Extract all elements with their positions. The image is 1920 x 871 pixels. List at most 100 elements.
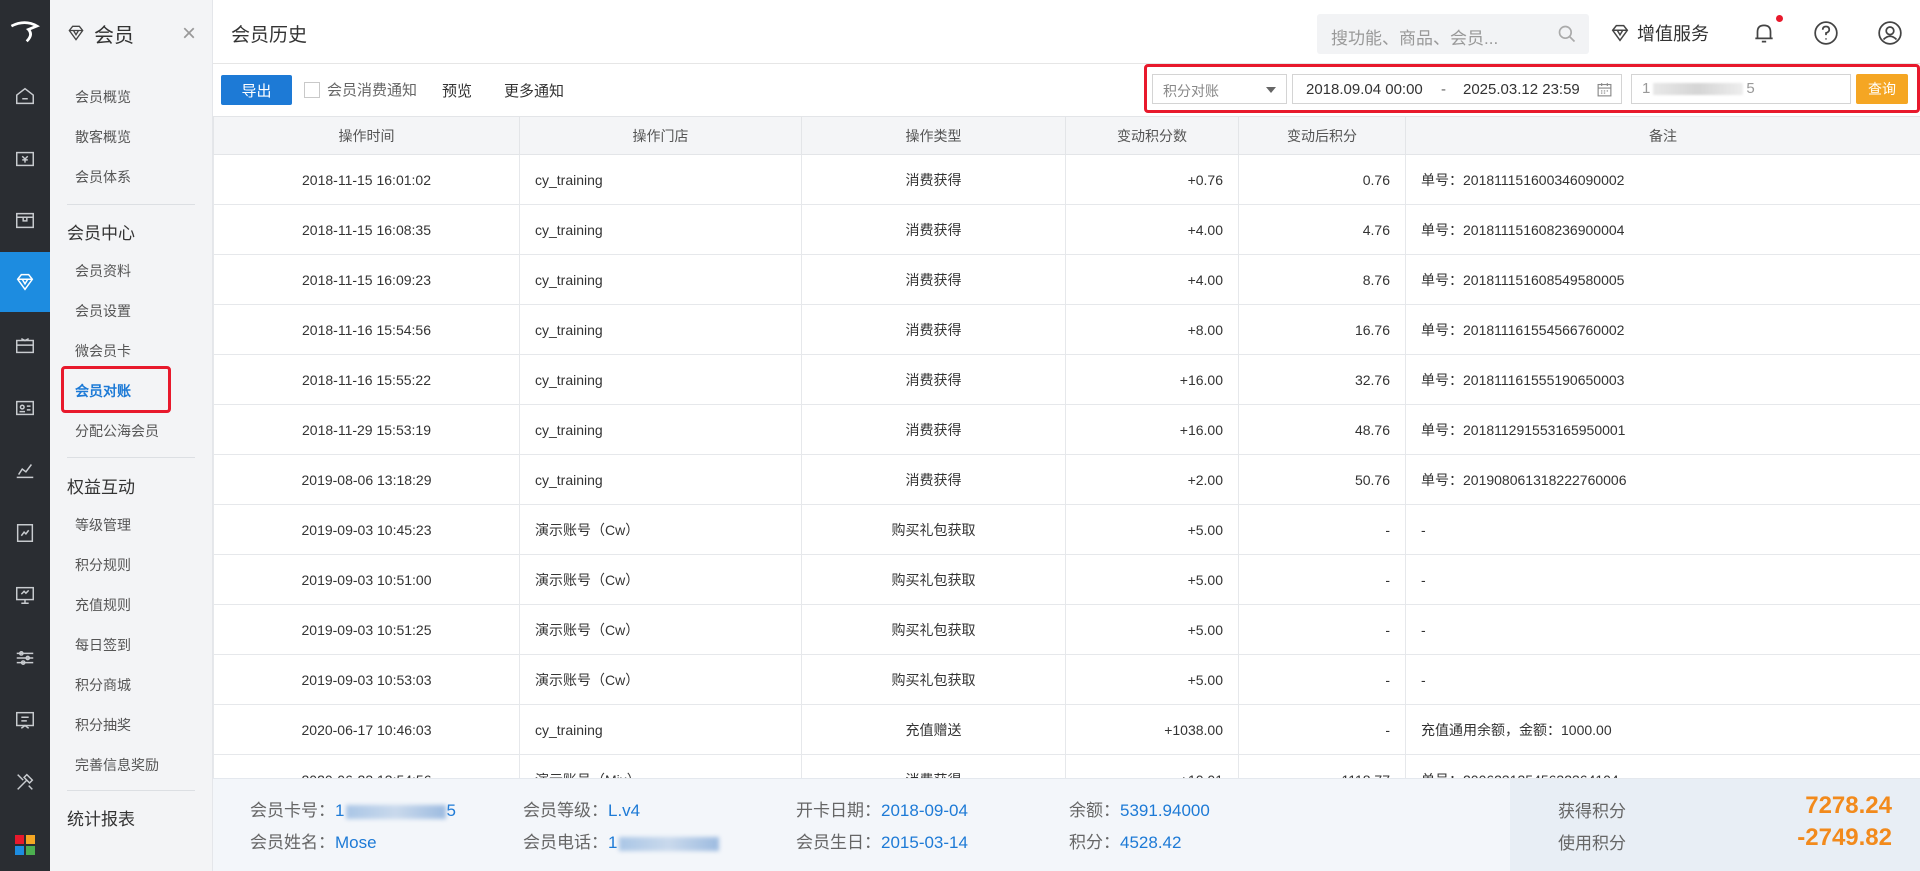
highlight-box-filters	[1144, 64, 1920, 113]
logo-icon	[10, 21, 41, 43]
export-button[interactable]: 导出	[221, 75, 292, 105]
rail-goods[interactable]	[0, 190, 50, 250]
divider	[67, 204, 195, 205]
level-label: 会员等级：	[523, 801, 608, 820]
cell-after: 0.76	[1238, 154, 1406, 205]
balance-label: 余额：	[1069, 801, 1120, 820]
balance: 5391.94000	[1120, 801, 1210, 820]
cell-remark: 单号：201811291553165950001	[1405, 404, 1920, 455]
cell-type: 消费获得	[801, 254, 1066, 305]
history-table: 操作时间 操作门店 操作类型 变动积分数 变动后积分 备注 2018-11-15…	[213, 116, 1920, 778]
history-table-wrap[interactable]: 操作时间 操作门店 操作类型 变动积分数 变动后积分 备注 2018-11-15…	[213, 116, 1920, 778]
points: 4528.42	[1120, 833, 1182, 852]
checkbox-label: 会员消费通知	[327, 82, 418, 99]
cell-after: 16.76	[1238, 304, 1406, 355]
notification-dot	[1776, 15, 1783, 22]
col-header-time[interactable]: 操作时间	[213, 116, 520, 155]
more-notify-link[interactable]: 更多通知	[504, 80, 564, 101]
table-row[interactable]: 2018-11-29 15:53:19 cy_training 消费获得 +16.00…	[213, 404, 1920, 455]
cell-after: 50.76	[1238, 454, 1406, 505]
submenu-item-overview[interactable]: 会员概览	[75, 87, 131, 107]
table-row[interactable]: 2018-11-16 15:55:22 cy_training 消费获得 +16.00…	[213, 354, 1920, 405]
rail-cashier[interactable]	[0, 129, 50, 189]
search-icon[interactable]	[1557, 24, 1577, 44]
submenu-item-member-profile[interactable]: 会员资料	[75, 261, 131, 281]
submenu-item-info-reward[interactable]: 完善信息奖励	[75, 755, 159, 775]
goods-icon	[16, 212, 34, 229]
table-row[interactable]: 2019-09-03 10:51:00 演示账号（Cw） 购买礼包获取 +5.00- -	[213, 554, 1920, 605]
consumption-notify-checkbox[interactable]: 会员消费通知	[304, 79, 417, 100]
cell-change: +5.00	[1065, 604, 1239, 655]
cell-store: cy_training	[519, 704, 802, 755]
cell-time: 2018-11-29 15:53:19	[213, 404, 520, 455]
points-totals: 获得积分 7278.24 使用积分 -2749.82	[1510, 779, 1920, 871]
search-placeholder: 搜功能、商品、会员...	[1331, 29, 1499, 48]
rail-home[interactable]	[0, 66, 50, 126]
rail-marketing[interactable]	[0, 316, 50, 376]
table-row[interactable]: 2020-06-23 13:54:56演示账号（Mix）消费获得+10.0111…	[213, 754, 1920, 778]
cell-change: +5.00	[1065, 504, 1239, 555]
table-row[interactable]: 2020-06-17 10:46:03 cy_training 充值赠送 +1038.…	[213, 704, 1920, 755]
icon-rail	[0, 0, 50, 871]
help-icon[interactable]	[1813, 20, 1839, 46]
cell-change: +5.00	[1065, 654, 1239, 705]
redacted-mask	[346, 804, 447, 819]
submenu-item-checkin[interactable]: 每日签到	[75, 635, 131, 655]
cell-remark: -	[1405, 654, 1920, 705]
cell-type: 消费获得	[801, 154, 1066, 205]
cell-remark: 充值通用余额，金额：1000.00	[1405, 704, 1920, 755]
submenu-item-levels[interactable]: 等级管理	[75, 515, 131, 535]
divider	[67, 457, 195, 458]
cell-type: 消费获得	[801, 754, 1066, 778]
table-row[interactable]: 2019-08-06 13:18:29 cy_training 消费获得 +2.00 5…	[213, 454, 1920, 505]
table-row[interactable]: 2018-11-15 16:08:35 cy_training 消费获得 +4.00 4…	[213, 204, 1920, 255]
table-row[interactable]: 2018-11-15 16:01:02 cy_training 消费获得 +0.76 0…	[213, 154, 1920, 205]
submenu-item-member-system[interactable]: 会员体系	[75, 167, 131, 187]
submenu-item-point-mall[interactable]: 积分商城	[75, 675, 131, 695]
close-icon[interactable]: ×	[182, 20, 196, 48]
table-row[interactable]: 2018-11-15 16:09:23 cy_training 消费获得 +4.00 8…	[213, 254, 1920, 305]
rail-device[interactable]	[0, 565, 50, 625]
cell-change: +8.00	[1065, 304, 1239, 355]
checkbox-box[interactable]	[304, 81, 320, 98]
table-row[interactable]: 2019-09-03 10:45:23 演示账号（Cw） 购买礼包获取 +5.00- -	[213, 504, 1920, 555]
cell-time: 2019-09-03 10:51:00	[213, 554, 520, 605]
rail-staff[interactable]	[0, 378, 50, 438]
device-icon	[16, 586, 34, 604]
submenu-title: 会员	[94, 24, 134, 47]
col-header-store[interactable]: 操作门店	[519, 116, 802, 155]
cell-remark: 单号：201811161555190650003	[1405, 354, 1920, 405]
rail-finance[interactable]	[0, 503, 50, 563]
rail-app[interactable]	[0, 815, 50, 871]
app-logo[interactable]	[0, 0, 50, 64]
rail-report[interactable]	[0, 440, 50, 500]
rail-settings[interactable]	[0, 628, 50, 688]
submenu-item-assign-members[interactable]: 分配公海会员	[75, 421, 159, 441]
cell-remark: 单号：201811151608236900004	[1405, 204, 1920, 255]
col-header-change[interactable]: 变动积分数	[1065, 116, 1239, 155]
submenu-item-member-settings[interactable]: 会员设置	[75, 301, 131, 321]
preview-link[interactable]: 预览	[442, 80, 472, 101]
table-row[interactable]: 2019-09-03 10:51:25 演示账号（Cw） 购买礼包获取 +5.00- -	[213, 604, 1920, 655]
submenu-item-point-rules[interactable]: 积分规则	[75, 555, 131, 575]
submenu-item-point-lottery[interactable]: 积分抽奖	[75, 715, 131, 735]
col-header-type[interactable]: 操作类型	[801, 116, 1066, 155]
cell-type: 消费获得	[801, 454, 1066, 505]
col-header-remark[interactable]: 备注	[1405, 116, 1920, 155]
rail-tools[interactable]	[0, 752, 50, 812]
submenu-item-guest-overview[interactable]: 散客概览	[75, 127, 131, 147]
rail-member[interactable]	[0, 252, 50, 312]
value-added-button[interactable]: 增值服务	[1609, 20, 1709, 46]
cashier-icon	[16, 151, 34, 167]
submenu-item-recharge-rules[interactable]: 充值规则	[75, 595, 131, 615]
cell-time: 2018-11-15 16:08:35	[213, 204, 520, 255]
bell-icon[interactable]	[1751, 20, 1777, 46]
col-header-after[interactable]: 变动后积分	[1238, 116, 1406, 155]
submenu-item-micro-card[interactable]: 微会员卡	[75, 341, 131, 361]
user-icon[interactable]	[1877, 20, 1903, 46]
table-row[interactable]: 2019-09-03 10:53:03 演示账号（Cw） 购买礼包获取 +5.00- -	[213, 654, 1920, 705]
cell-type: 消费获得	[801, 204, 1066, 255]
search-input[interactable]: 搜功能、商品、会员...	[1317, 14, 1589, 54]
rail-message[interactable]	[0, 690, 50, 750]
table-row[interactable]: 2018-11-16 15:54:56 cy_training 消费获得 +8.00 1…	[213, 304, 1920, 355]
